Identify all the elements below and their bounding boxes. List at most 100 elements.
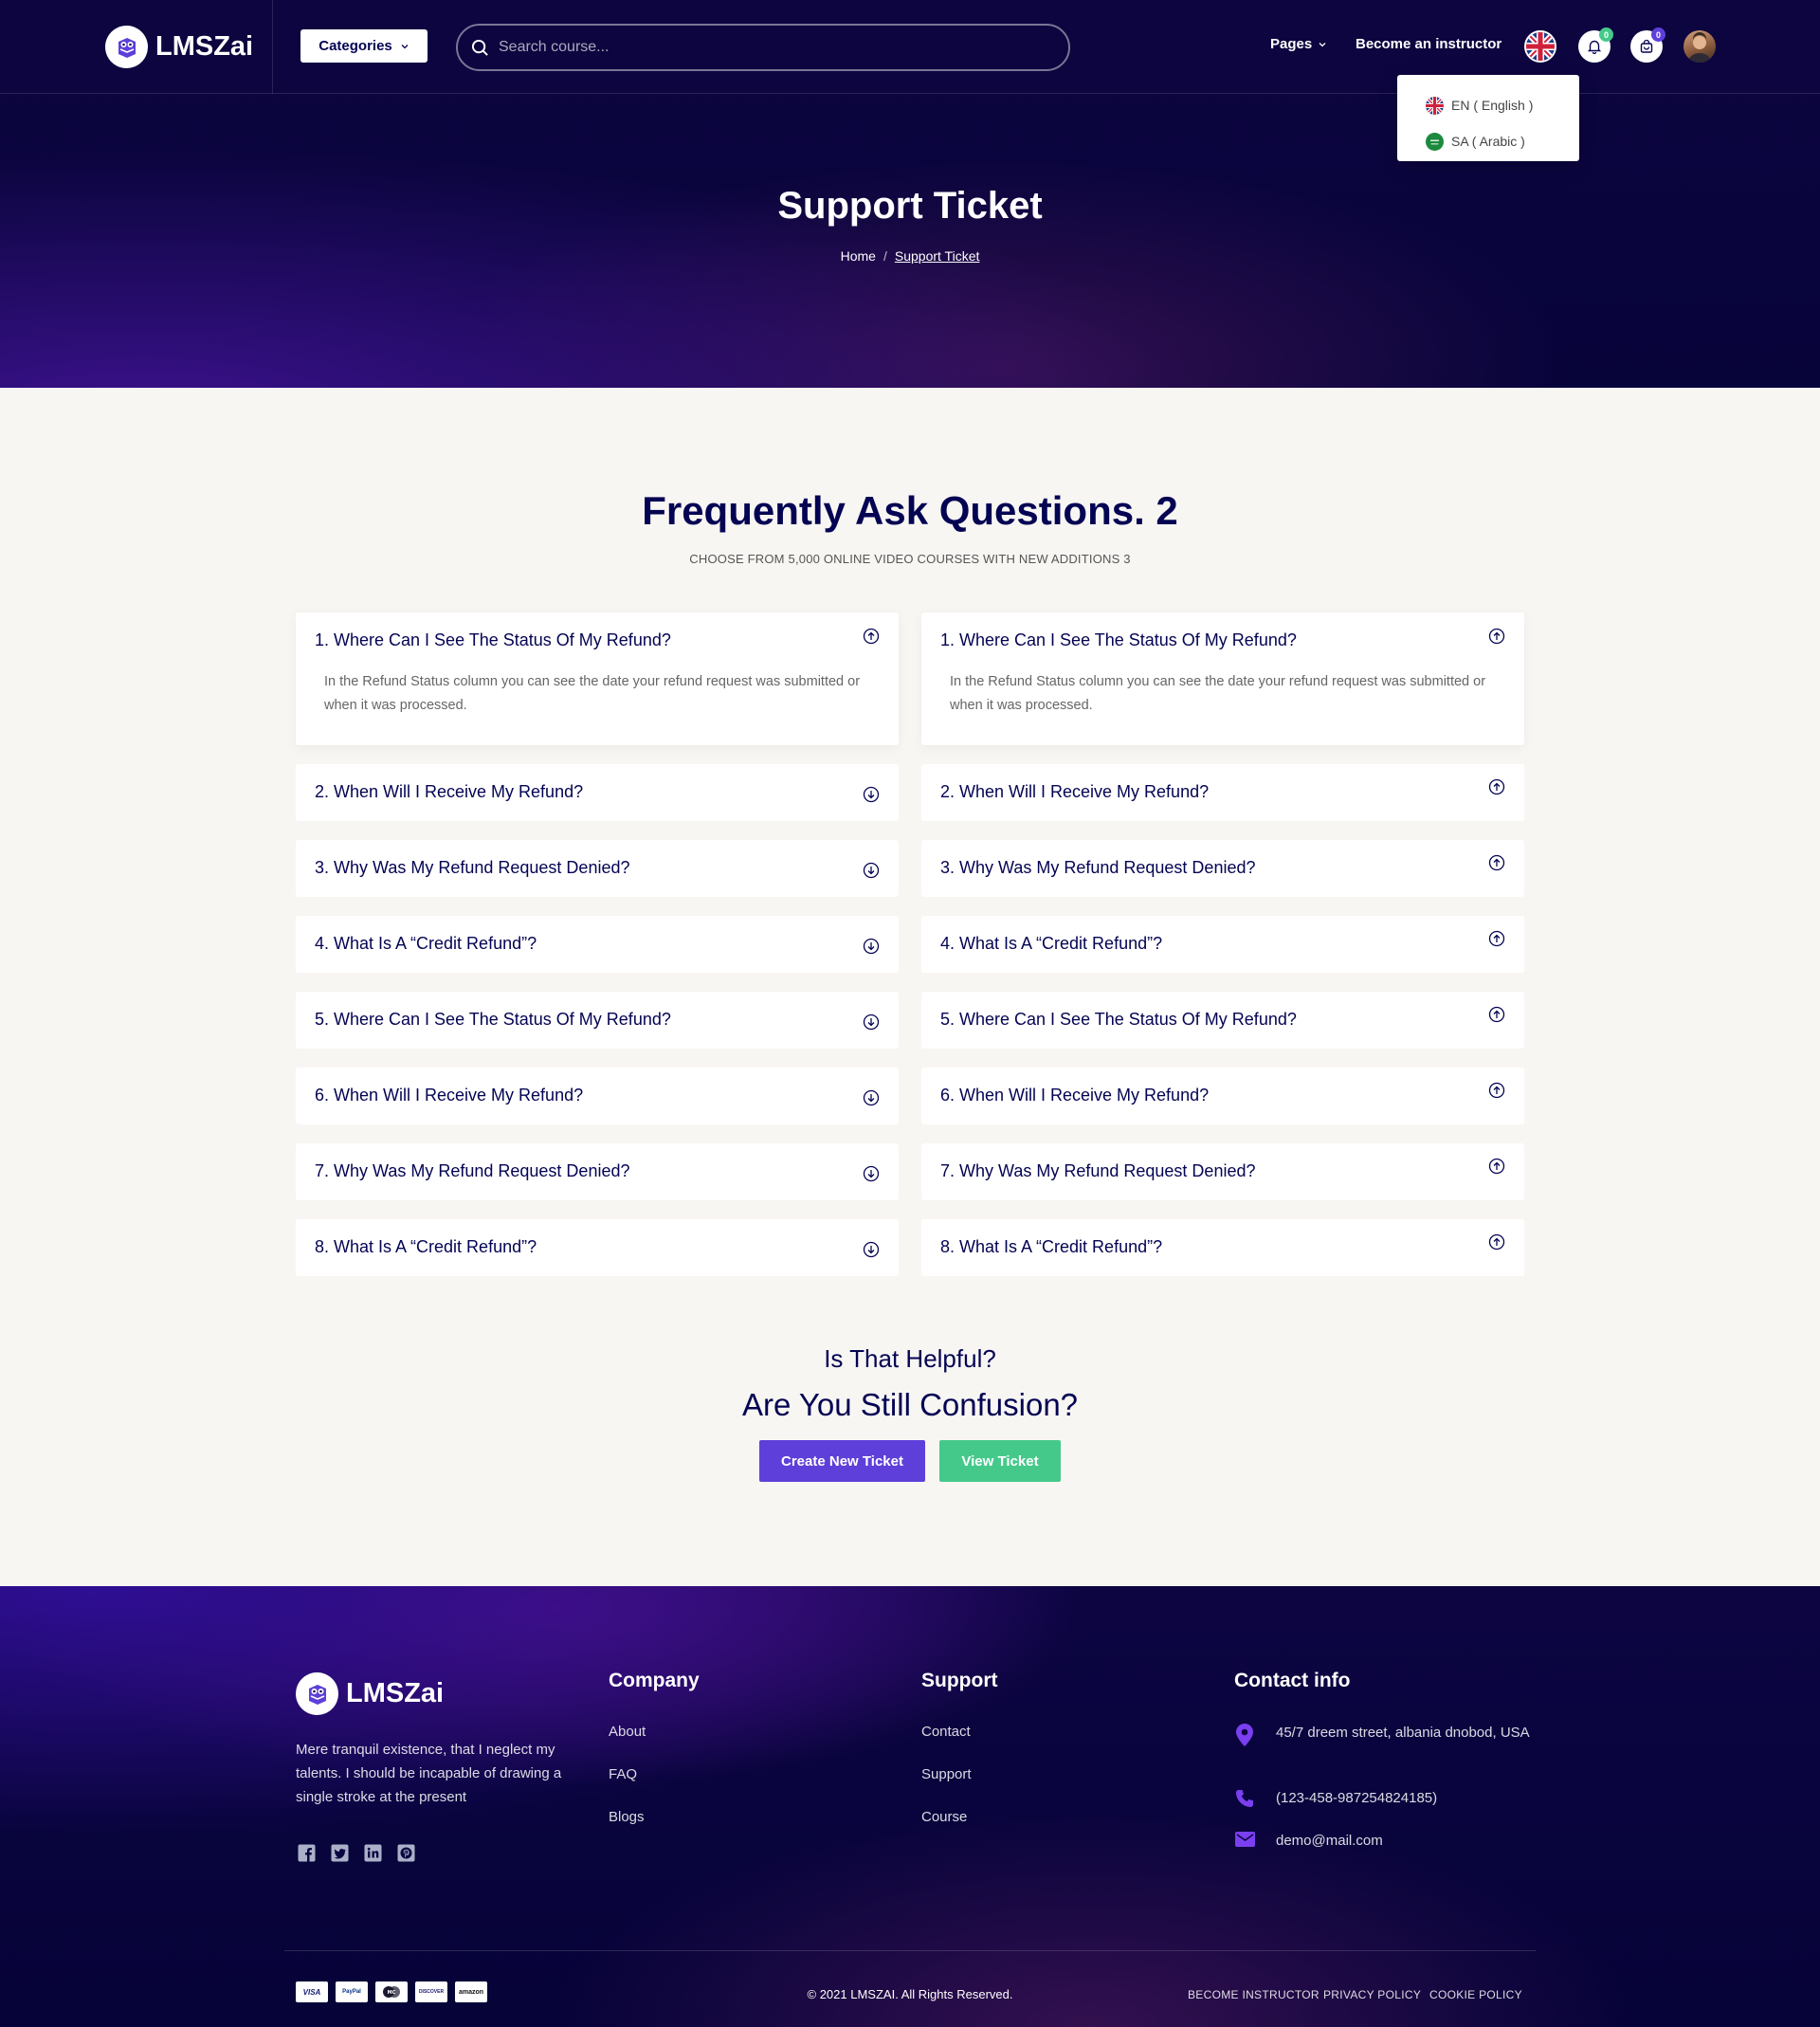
expand-icon[interactable] xyxy=(863,862,880,879)
faq-question: 3. Why Was My Refund Request Denied? xyxy=(315,858,630,877)
contact-email: demo@mail.com xyxy=(1234,1830,1383,1853)
expand-icon[interactable] xyxy=(863,1089,880,1106)
faq-question: 5. Where Can I See The Status Of My Refu… xyxy=(940,1010,1297,1029)
collapse-icon[interactable] xyxy=(863,628,880,645)
faq-item[interactable]: 2. When Will I Receive My Refund? xyxy=(921,764,1524,821)
faq-item[interactable]: 8. What Is A “Credit Refund”? xyxy=(296,1219,899,1276)
expand-icon[interactable] xyxy=(863,786,880,803)
collapse-icon[interactable] xyxy=(1488,778,1505,795)
faq-item[interactable]: 6. When Will I Receive My Refund? xyxy=(921,1068,1524,1124)
linkedin-icon[interactable] xyxy=(364,1844,382,1862)
footer-brand-name: LMSZai xyxy=(346,1678,445,1708)
collapse-icon[interactable] xyxy=(1488,1233,1505,1251)
faq-question: 6. When Will I Receive My Refund? xyxy=(315,1086,584,1105)
user-avatar[interactable] xyxy=(1684,30,1716,63)
become-instructor-link[interactable]: Become an instructor xyxy=(1356,36,1502,52)
create-ticket-button[interactable]: Create New Ticket xyxy=(759,1440,925,1482)
mail-icon xyxy=(1234,1830,1255,1853)
footer-link-course[interactable]: Course xyxy=(921,1809,967,1825)
language-dropdown: EN ( English ) SA ( Arabic ) xyxy=(1397,75,1579,161)
chevron-down-icon xyxy=(401,44,409,48)
collapse-icon[interactable] xyxy=(1488,1158,1505,1175)
collapse-icon[interactable] xyxy=(1488,1006,1505,1023)
faq-item[interactable]: 7. Why Was My Refund Request Denied? xyxy=(296,1143,899,1200)
collapse-icon[interactable] xyxy=(1488,628,1505,645)
footer-contact-heading: Contact info xyxy=(1234,1670,1351,1691)
footer-company-heading: Company xyxy=(609,1670,700,1691)
faq-item[interactable]: 4. What Is A “Credit Refund”? xyxy=(296,916,899,973)
twitter-icon[interactable] xyxy=(331,1844,349,1862)
faq-item[interactable]: 4. What Is A “Credit Refund”? xyxy=(921,916,1524,973)
faq-item[interactable]: 6. When Will I Receive My Refund? xyxy=(296,1068,899,1124)
brand-name: LMSZai xyxy=(155,31,254,62)
faq-question: 2. When Will I Receive My Refund? xyxy=(315,782,584,801)
contact-address: 45/7 dreem street, albania dnobod, USA xyxy=(1234,1722,1547,1746)
faq-item[interactable]: 5. Where Can I See The Status Of My Refu… xyxy=(921,992,1524,1049)
footer-link-cookie-policy[interactable]: COOKIE POLICY xyxy=(1429,1988,1522,2001)
collapse-icon[interactable] xyxy=(1488,854,1505,871)
shopping-bag-icon xyxy=(1640,39,1653,53)
map-pin-icon xyxy=(1234,1722,1255,1746)
footer-link-privacy-policy[interactable]: PRIVACY POLICY xyxy=(1323,1988,1421,2001)
collapse-icon[interactable] xyxy=(1488,930,1505,947)
notification-count-badge: 0 xyxy=(1599,27,1613,42)
expand-icon[interactable] xyxy=(863,1165,880,1182)
footer-link-support[interactable]: Support xyxy=(921,1766,972,1782)
footer-support-heading: Support xyxy=(921,1670,998,1691)
expand-icon[interactable] xyxy=(863,1014,880,1031)
contact-address-text: 45/7 dreem street, albania dnobod, USA xyxy=(1276,1725,1530,1741)
cart-count-badge: 0 xyxy=(1651,27,1665,42)
faq-item[interactable]: 7. Why Was My Refund Request Denied? xyxy=(921,1143,1524,1200)
notification-button[interactable]: 0 xyxy=(1578,27,1613,63)
categories-button[interactable]: Categories xyxy=(300,29,428,63)
footer-link-about[interactable]: About xyxy=(609,1724,646,1740)
pages-label: Pages xyxy=(1270,36,1313,52)
faq-question: 8. What Is A “Credit Refund”? xyxy=(315,1237,537,1256)
footer-link-faq[interactable]: FAQ xyxy=(609,1766,637,1782)
faq-question: 4. What Is A “Credit Refund”? xyxy=(940,934,1163,953)
faq-question: 4. What Is A “Credit Refund”? xyxy=(315,934,537,953)
pinterest-icon[interactable] xyxy=(397,1844,415,1862)
faq-item[interactable]: 1. Where Can I See The Status Of My Refu… xyxy=(296,612,899,745)
faq-item[interactable]: 3. Why Was My Refund Request Denied? xyxy=(921,840,1524,897)
faq-item[interactable]: 5. Where Can I See The Status Of My Refu… xyxy=(296,992,899,1049)
footer-divider xyxy=(284,1950,1536,1951)
faq-item[interactable]: 3. Why Was My Refund Request Denied? xyxy=(296,840,899,897)
contact-email-text: demo@mail.com xyxy=(1276,1833,1383,1849)
expand-icon[interactable] xyxy=(863,1241,880,1258)
faq-question: 7. Why Was My Refund Request Denied? xyxy=(315,1161,630,1180)
pages-menu[interactable]: Pages xyxy=(1270,36,1327,52)
search-bar xyxy=(456,24,1070,71)
cart-button[interactable]: 0 xyxy=(1630,27,1665,63)
language-option-en[interactable]: EN ( English ) xyxy=(1426,87,1579,123)
facebook-icon[interactable] xyxy=(298,1844,316,1862)
language-switcher[interactable] xyxy=(1524,30,1556,63)
footer-brand-logo[interactable]: LMSZai xyxy=(296,1672,444,1715)
faq-item[interactable]: 2. When Will I Receive My Refund? xyxy=(296,764,899,821)
language-option-label: SA ( Arabic ) xyxy=(1451,134,1525,149)
faq-answer: In the Refund Status column you can see … xyxy=(324,674,861,713)
footer-link-contact[interactable]: Contact xyxy=(921,1724,971,1740)
faq-question: 2. When Will I Receive My Refund? xyxy=(940,782,1210,801)
brand-logo[interactable]: LMSZai xyxy=(105,26,253,68)
search-input[interactable] xyxy=(499,39,1029,56)
expand-icon[interactable] xyxy=(863,938,880,955)
phone-icon xyxy=(1234,1787,1255,1810)
footer-link-become-instructor[interactable]: BECOME INSTRUCTOR xyxy=(1188,1988,1320,2001)
breadcrumb-current[interactable]: Support Ticket xyxy=(895,248,980,264)
language-option-sa[interactable]: SA ( Arabic ) xyxy=(1426,123,1579,159)
faq-item[interactable]: 1. Where Can I See The Status Of My Refu… xyxy=(921,612,1524,745)
user-photo-icon xyxy=(1688,32,1711,63)
nav-divider xyxy=(272,0,273,94)
page-title: Support Ticket xyxy=(777,185,1043,227)
uk-flag-icon xyxy=(1426,96,1444,115)
help-heading: Are You Still Confusion? xyxy=(741,1387,1079,1422)
footer-link-blogs[interactable]: Blogs xyxy=(609,1809,645,1825)
breadcrumb-home[interactable]: Home xyxy=(841,248,876,264)
faq-item[interactable]: 8. What Is A “Credit Refund”? xyxy=(921,1219,1524,1276)
footer: LMSZai Mere tranquil existence, that I n… xyxy=(0,1586,1820,2027)
view-ticket-button[interactable]: View Ticket xyxy=(939,1440,1061,1482)
faq-question: 8. What Is A “Credit Refund”? xyxy=(940,1237,1163,1256)
faq-title: Frequently Ask Questions. 2 xyxy=(642,488,1178,533)
collapse-icon[interactable] xyxy=(1488,1082,1505,1099)
